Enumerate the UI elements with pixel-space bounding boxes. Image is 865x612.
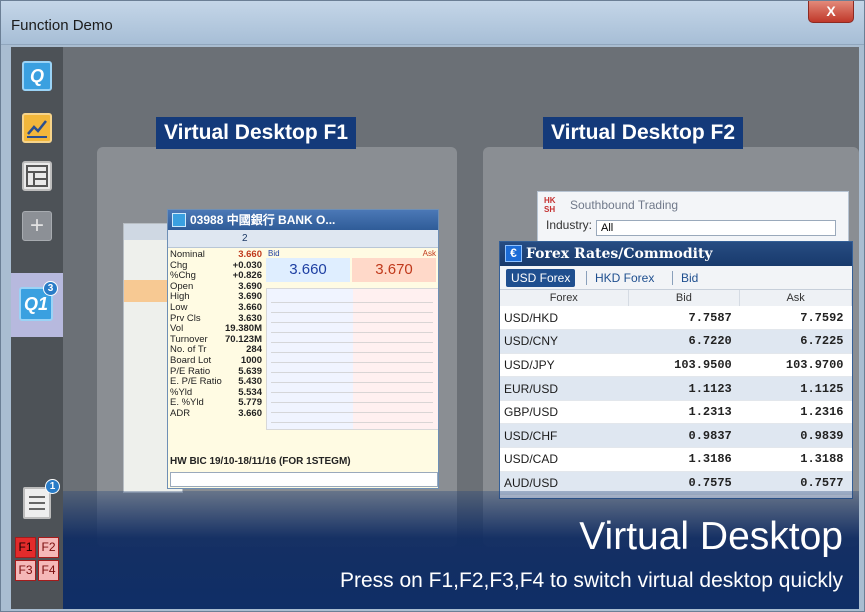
forex-cell-pair: USD/HKD	[500, 306, 628, 331]
forex-cell-bid: 6.7220	[628, 329, 740, 354]
app-window: Function Demo X Q + Q1 3 1 F1 F2 F3 F4 V…	[0, 0, 865, 612]
quote-toolbar-text: 2	[242, 233, 248, 244]
forex-row[interactable]: USD/JPY 103.9500 103.9700	[500, 353, 852, 378]
forex-row[interactable]: USD/CNY 6.7220 6.7225	[500, 329, 852, 354]
quote-body: Nominal 3.660 Chg +0.030 %Chg +0.826 Open 3.690…	[168, 248, 438, 488]
forex-cell-bid: 1.2313	[628, 400, 740, 425]
client-area: Q + Q1 3 1 F1 F2 F3 F4 Virtual Desktop F…	[11, 47, 859, 609]
quote-window[interactable]: 03988 中國銀行 BANK O... 2 Nominal 3.660 Chg +0…	[167, 209, 439, 489]
forex-row[interactable]: EUR/USD 1.1123 1.1125	[500, 376, 852, 401]
forex-cell-ask: 1.2316	[739, 400, 852, 425]
bid-price: 3.660	[266, 258, 350, 282]
tab-hkd-forex[interactable]: HKD Forex	[590, 269, 659, 287]
quote-field-label: Low	[170, 301, 188, 313]
desktop-key-f3[interactable]: F3	[15, 560, 36, 581]
quote-field-label: ADR	[170, 407, 191, 419]
add-icon[interactable]: +	[22, 211, 52, 241]
industry-select[interactable]: All	[596, 220, 836, 236]
forex-tabs: USD Forex HKD Forex Bid	[500, 266, 852, 290]
quote-field-row: Low 3.660	[170, 301, 262, 314]
quote-app-icon	[172, 213, 186, 227]
quote-field-row: ADR 3.660	[170, 407, 262, 420]
multi-quote-selected: Q1 3	[11, 273, 63, 337]
quote-field-value: 1000	[240, 354, 262, 366]
left-toolbar: Q + Q1 3 1 F1 F2 F3 F4	[11, 47, 63, 609]
quote-field-label: Nominal	[170, 249, 205, 260]
quote-field-value: 3.660	[238, 301, 262, 313]
forex-cell-pair: EUR/USD	[500, 376, 628, 401]
forex-cell-ask: 1.1125	[739, 376, 852, 401]
quote-button[interactable]: Q	[22, 61, 52, 91]
tab-usd-forex[interactable]: USD Forex	[506, 269, 576, 287]
layout-icon[interactable]	[22, 161, 52, 191]
forex-cell-pair: USD/CHF	[500, 423, 628, 449]
quote-field-label: Board Lot	[170, 354, 212, 366]
southbound-title: HK SH Southbound Trading	[538, 192, 848, 218]
desktop-key-f1[interactable]: F1	[15, 537, 36, 558]
forex-cell-ask: 6.7225	[739, 329, 852, 354]
forex-cell-bid: 7.7587	[628, 306, 740, 331]
quote-field-value: 3.660	[238, 249, 262, 260]
forex-cell-ask: 0.9839	[739, 423, 852, 449]
quote-field-row: Nominal 3.660	[170, 249, 262, 261]
chart-icon[interactable]	[22, 113, 52, 143]
banner-title: Virtual Desktop	[579, 515, 843, 558]
desktop-key-f2[interactable]: F2	[38, 537, 59, 558]
close-button[interactable]: X	[808, 1, 854, 23]
hk-sh-icon: HK SH	[544, 196, 556, 214]
quote-input[interactable]	[170, 472, 438, 487]
forex-row[interactable]: USD/CHF 0.9837 0.9839	[500, 423, 852, 449]
column-header-ask[interactable]: Ask	[739, 290, 852, 306]
document-badge: 1	[45, 479, 60, 494]
forex-window[interactable]: € Forex Rates/Commodity USD Forex HKD Fo…	[499, 241, 853, 499]
forex-cell-bid: 103.9500	[628, 353, 740, 378]
tab-bid[interactable]: Bid	[676, 269, 703, 287]
quote-toolbar[interactable]: 2	[168, 230, 438, 248]
quote-title-text: 03988 中國銀行 BANK O...	[190, 213, 336, 227]
ask-label: Ask	[422, 249, 436, 258]
southbound-title-text: Southbound Trading	[570, 198, 679, 212]
window-title: Function Demo	[11, 17, 113, 34]
forex-cell-ask: 7.7592	[739, 306, 852, 331]
forex-cell-pair: USD/CNY	[500, 329, 628, 354]
quote-footer: HW BIC 19/10-18/11/16 (FOR 1STEGM)	[170, 456, 351, 467]
forex-row[interactable]: USD/HKD 7.7587 7.7592	[500, 306, 852, 331]
forex-title-text: Forex Rates/Commodity	[526, 246, 713, 262]
forex-cell-pair: USD/JPY	[500, 353, 628, 378]
desktop-label-f2: Virtual Desktop F2	[543, 117, 743, 149]
forex-cell-pair: GBP/USD	[500, 400, 628, 425]
forex-cell-pair: USD/CAD	[500, 447, 628, 472]
forex-cell-bid: 0.9837	[628, 423, 740, 449]
forex-cell-bid: 1.3186	[628, 447, 740, 472]
column-header-forex[interactable]: Forex	[500, 290, 629, 306]
forex-row[interactable]: GBP/USD 1.2313 1.2316	[500, 400, 852, 425]
quote-field-value: 3.660	[238, 407, 262, 419]
order-depth	[266, 288, 438, 430]
forex-table: Forex Bid Ask USD/HKD 7.7587 7.7592 USD/CNY…	[500, 290, 852, 498]
forex-cell-ask: 1.3188	[739, 447, 852, 472]
forex-app-icon: €	[505, 245, 522, 262]
desktop-label-f1: Virtual Desktop F1	[156, 117, 356, 149]
forex-row[interactable]: USD/CAD 1.3186 1.3188	[500, 447, 852, 472]
bid-ask-panel: Bid Ask 3.660 3.670	[266, 249, 438, 284]
column-header-bid[interactable]: Bid	[628, 290, 741, 306]
ask-price: 3.670	[352, 258, 436, 282]
desktop-key-f4[interactable]: F4	[38, 560, 59, 581]
banner-subtitle: Press on F1,F2,F3,F4 to switch virtual d…	[339, 569, 843, 592]
title-bar: Function Demo X	[1, 1, 864, 45]
forex-cell-ask: 103.9700	[739, 353, 852, 378]
bid-label: Bid	[268, 249, 280, 258]
quote-fields: Nominal 3.660 Chg +0.030 %Chg +0.826 Open 3.690…	[170, 249, 262, 420]
forex-title: € Forex Rates/Commodity	[500, 242, 852, 266]
quote-field-row: Board Lot 1000	[170, 354, 262, 367]
multi-quote-badge: 3	[43, 281, 58, 296]
forex-cell-bid: 1.1123	[628, 376, 740, 401]
quote-window-title: 03988 中國銀行 BANK O...	[168, 210, 438, 230]
